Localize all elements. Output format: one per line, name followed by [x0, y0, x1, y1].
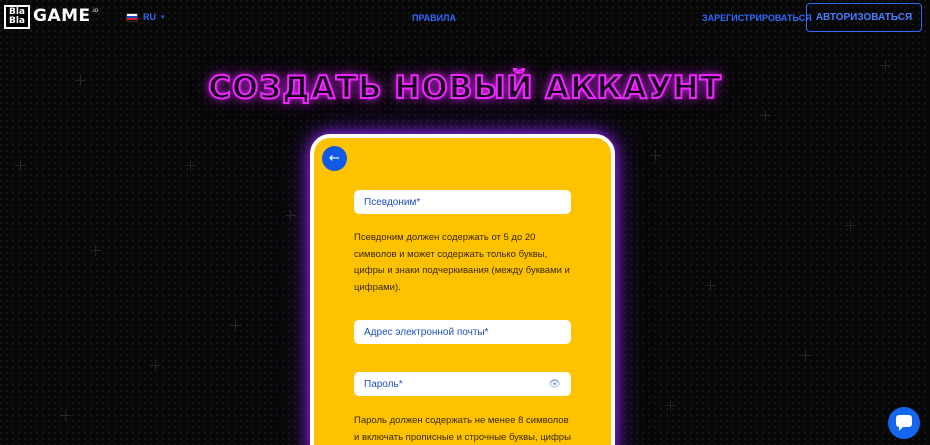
login-button[interactable]: АВТОРИЗОВАТЬСЯ: [806, 3, 922, 32]
back-button[interactable]: ←: [322, 146, 347, 171]
email-placeholder: Адрес электронной почты*: [364, 326, 489, 338]
password-placeholder: Пароль*: [364, 378, 403, 390]
logo-text: GAME: [33, 6, 91, 26]
logo-mark: Bla Bla: [4, 5, 30, 29]
eye-icon[interactable]: 👁: [548, 379, 561, 390]
nickname-hint: Псевдоним должен содержать от 5 до 20 си…: [354, 232, 570, 293]
password-hint: Пароль должен содержать не менее 8 симво…: [354, 415, 571, 443]
top-nav: Bla Bla GAME .io RU ▾ ПРАВИЛА ЗАРЕГИСТРИ…: [0, 0, 930, 36]
russia-flag-icon: [126, 12, 138, 22]
language-selector[interactable]: RU ▾: [126, 12, 165, 22]
language-code: RU: [143, 12, 156, 22]
logo[interactable]: Bla Bla GAME .io: [4, 5, 98, 29]
email-input[interactable]: Адрес электронной почты*: [354, 320, 571, 344]
chat-button[interactable]: [888, 407, 920, 439]
page-title: СОЗДАТЬ НОВЫЙ АККАУНТ: [207, 69, 722, 107]
chat-icon: [896, 415, 912, 431]
register-link[interactable]: ЗАРЕГИСТРИРОВАТЬСЯ: [702, 13, 812, 23]
logo-box-line2: Bla: [8, 16, 26, 26]
registration-card: ← Псевдоним* Псевдоним должен содержать …: [310, 134, 615, 445]
password-input[interactable]: Пароль* 👁: [354, 372, 571, 396]
logo-suffix: .io: [91, 8, 98, 14]
chevron-down-icon: ▾: [161, 14, 165, 21]
nickname-placeholder: Псевдоним*: [364, 196, 421, 208]
nickname-input[interactable]: Псевдоним*: [354, 190, 571, 214]
arrow-left-icon: ←: [329, 151, 340, 166]
rules-link[interactable]: ПРАВИЛА: [412, 13, 456, 23]
